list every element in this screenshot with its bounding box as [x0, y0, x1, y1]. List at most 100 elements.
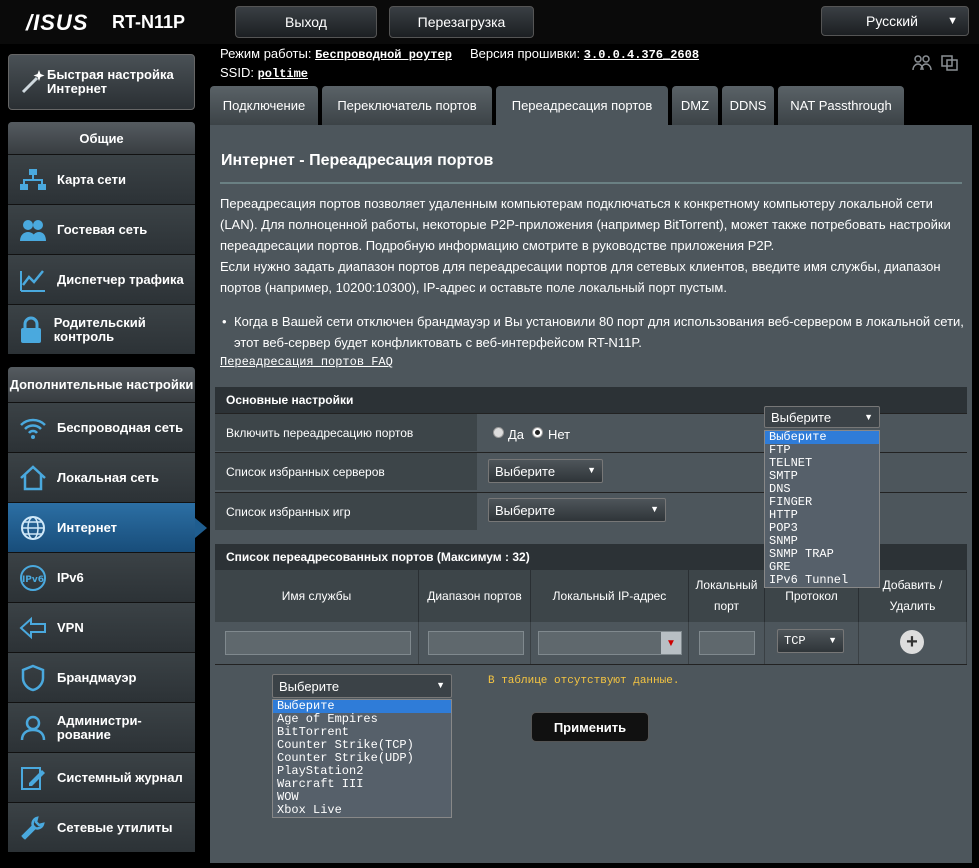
- tab-port-switch[interactable]: Переключатель портов: [322, 86, 492, 125]
- copy-icon[interactable]: [940, 54, 960, 72]
- description-paragraph-2: Если нужно задать диапазон портов для пе…: [220, 259, 941, 295]
- sidebar-item-label: Карта сети: [57, 171, 126, 187]
- enable-no-radio[interactable]: [532, 427, 543, 438]
- chevron-down-icon: ▼: [947, 15, 958, 27]
- col-local-port: Локальный порт: [689, 570, 765, 622]
- sidebar-advanced: Дополнительные настройки Беспроводная се…: [8, 367, 207, 852]
- game-option[interactable]: Warcraft III: [273, 778, 451, 791]
- quick-setup-button[interactable]: Быстрая настройка Интернет: [8, 54, 195, 110]
- traffic-manager-icon: [16, 263, 50, 297]
- col-service-name: Имя службы: [215, 570, 419, 622]
- game-option[interactable]: Xbox Live: [273, 804, 451, 817]
- status-info: Режим работы: Беспроводной роутер Версия…: [220, 46, 699, 84]
- col-local-ip: Локальный IP-адрес: [531, 570, 689, 622]
- wireless-icon: [16, 411, 50, 445]
- vpn-icon: [16, 611, 50, 645]
- mode-link[interactable]: Беспроводной роутер: [315, 48, 452, 62]
- sidebar-item-vpn[interactable]: VPN: [8, 602, 195, 652]
- sidebar-item-label: Администри-рование: [56, 712, 142, 742]
- lock-icon: [16, 313, 47, 347]
- games-label: Список избранных игр: [215, 493, 477, 530]
- enable-no-label: Нет: [548, 427, 571, 442]
- server-dropdown-select[interactable]: Выберите ▼: [764, 406, 880, 428]
- network-map-icon: [16, 163, 50, 197]
- game-dropdown-value: Выберите: [279, 678, 340, 694]
- advanced-header: Дополнительные настройки: [8, 367, 195, 402]
- tab-port-forwarding[interactable]: Переадресация портов: [496, 86, 668, 125]
- sidebar-item-network-tools[interactable]: Сетевые утилиты: [8, 802, 195, 852]
- warning-note: Когда в Вашей сети отключен брандмауэр и…: [220, 311, 968, 353]
- sidebar-item-label: Системный журнал: [57, 769, 183, 785]
- logout-button[interactable]: Выход: [235, 6, 377, 38]
- ssid-link[interactable]: poltime: [258, 67, 308, 81]
- sidebar-item-label: VPN: [57, 619, 84, 635]
- sidebar-item-guest-network[interactable]: Гостевая сеть: [8, 204, 195, 254]
- title-divider: [220, 182, 962, 184]
- admin-user-icon: [16, 711, 50, 745]
- service-name-input[interactable]: [225, 631, 411, 655]
- edit-log-icon: [16, 761, 50, 795]
- magic-wand-icon: [19, 68, 47, 96]
- sidebar-item-wireless[interactable]: Беспроводная сеть: [8, 402, 195, 452]
- general-header: Общие: [8, 122, 195, 154]
- servers-select[interactable]: Выберите ▼: [488, 459, 603, 483]
- protocol-select-value: TCP: [784, 634, 806, 648]
- add-circle-icon[interactable]: +: [900, 630, 924, 654]
- sidebar-item-administration[interactable]: Администри-рование: [8, 702, 195, 752]
- sidebar-item-label: Диспетчер трафика: [57, 271, 184, 287]
- home-icon: [16, 461, 50, 495]
- port-range-input[interactable]: [428, 631, 524, 655]
- clients-icon[interactable]: [912, 54, 932, 72]
- sidebar-item-internet[interactable]: Интернет: [8, 502, 207, 552]
- tab-ddns[interactable]: DDNS: [722, 86, 774, 125]
- sidebar-item-parental-control[interactable]: Родительский контроль: [8, 304, 195, 354]
- sidebar-item-network-map[interactable]: Карта сети: [8, 154, 195, 204]
- sidebar-item-firewall[interactable]: Брандмауэр: [8, 652, 195, 702]
- description: Переадресация портов позволяет удаленным…: [220, 193, 968, 298]
- wrench-icon: [16, 811, 50, 845]
- chevron-down-icon: ▼: [864, 412, 873, 422]
- tab-dmz[interactable]: DMZ: [672, 86, 718, 125]
- game-dropdown-select[interactable]: Выберите ▼: [272, 674, 452, 698]
- reboot-button[interactable]: Перезагрузка: [389, 6, 534, 38]
- shield-icon: [16, 661, 50, 695]
- globe-icon: [16, 511, 50, 545]
- no-data-message: В таблице отсутствуют данные.: [488, 675, 680, 687]
- chevron-down-icon: ▼: [828, 635, 837, 645]
- sidebar-item-label: Интернет: [57, 519, 118, 535]
- col-port-range: Диапазон портов: [419, 570, 531, 622]
- sidebar-item-lan[interactable]: Локальная сеть: [8, 452, 195, 502]
- model-name: RT-N11P: [112, 12, 186, 32]
- games-select-value: Выберите: [495, 502, 556, 518]
- ip-dropdown-arrow-icon[interactable]: ▼: [661, 632, 681, 654]
- game-options-list: Выберите Age of Empires BitTorrent Count…: [272, 699, 452, 818]
- server-option[interactable]: IPv6 Tunnel: [765, 574, 879, 587]
- sidebar-item-label: Сетевые утилиты: [57, 819, 173, 835]
- sidebar-item-traffic-manager[interactable]: Диспетчер трафика: [8, 254, 195, 304]
- firmware-link[interactable]: 3.0.0.4.376_2608: [584, 48, 699, 62]
- servers-label: Список избранных серверов: [215, 453, 477, 490]
- sidebar-item-ipv6[interactable]: IPv6 IPv6: [8, 552, 195, 602]
- local-port-input[interactable]: [699, 631, 755, 655]
- tab-nat-passthrough[interactable]: NAT Passthrough: [778, 86, 904, 125]
- mode-label: Режим работы:: [220, 46, 312, 61]
- games-select[interactable]: Выберите ▼: [488, 498, 666, 522]
- protocol-select[interactable]: TCP ▼: [777, 629, 844, 653]
- chevron-down-icon: ▼: [587, 465, 596, 475]
- ssid-label: SSID:: [220, 65, 254, 80]
- sidebar-item-label: Локальная сеть: [57, 469, 159, 485]
- enable-yes-radio[interactable]: [493, 427, 504, 438]
- apply-button[interactable]: Применить: [531, 712, 649, 742]
- sidebar-general: Общие Карта сети Гостевая сеть Диспетчер…: [8, 122, 195, 354]
- sidebar-item-label: Беспроводная сеть: [57, 419, 184, 435]
- sidebar-item-system-log[interactable]: Системный журнал: [8, 752, 195, 802]
- quick-setup-label: Быстрая настройка Интернет: [47, 67, 174, 96]
- asus-logo: /ISUS: [26, 10, 89, 35]
- language-select[interactable]: Русский ▼: [821, 6, 969, 36]
- faq-link[interactable]: Переадресация портов FAQ: [220, 355, 393, 369]
- local-ip-input[interactable]: ▼: [538, 631, 682, 655]
- svg-text:IPv6: IPv6: [22, 575, 44, 585]
- server-options-list: Выберите FTP TELNET SMTP DNS FINGER HTTP…: [764, 430, 880, 588]
- tab-connection[interactable]: Подключение: [210, 86, 318, 125]
- language-value: Русский: [866, 13, 918, 29]
